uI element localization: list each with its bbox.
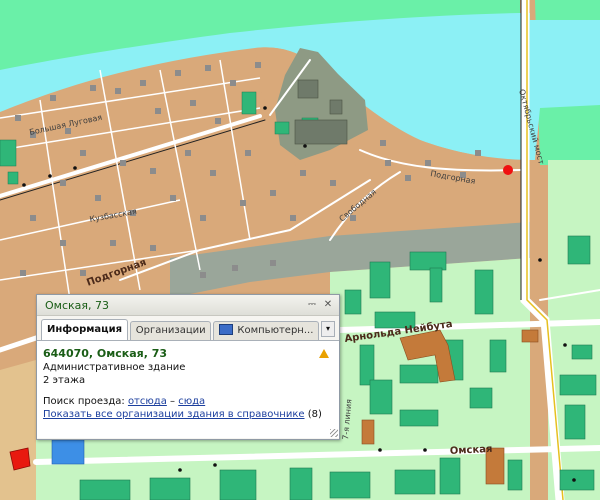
building-floors: 2 этажа — [43, 375, 86, 386]
organizations-count: (8) — [307, 409, 322, 420]
warning-icon — [319, 349, 329, 358]
orgs-row: Показать все организации здания в справо… — [43, 409, 333, 420]
building-address: 644070, Омская, 73 — [43, 347, 168, 360]
resize-grip[interactable] — [330, 429, 338, 437]
tab-information-label: Информация — [47, 324, 122, 335]
location-marker[interactable] — [503, 165, 513, 175]
popup-tabs: Информация Организации Компьютерн... ▾ — [37, 316, 339, 341]
street-label-omskaya: Омская — [450, 444, 493, 457]
route-search: Поиск проезда: отсюда – сюда — [43, 396, 333, 407]
popup-title: Омская, 73 — [45, 298, 109, 312]
selected-building[interactable] — [9, 447, 31, 471]
tab-organizations[interactable]: Организации — [129, 321, 212, 340]
tan-area-sw — [0, 360, 36, 500]
computer-icon — [219, 323, 234, 335]
tab-organizations-label: Организации — [135, 325, 206, 336]
tab-information[interactable]: Информация — [41, 319, 128, 340]
popup-titlebar[interactable]: Омская, 73 ⎓ ✕ — [37, 295, 339, 316]
close-icon[interactable]: ✕ — [322, 299, 334, 311]
popup-body: 644070, Омская, 73 Административное здан… — [37, 341, 339, 438]
show-organizations-link[interactable]: Показать все организации здания в справо… — [43, 409, 305, 420]
building-type: Административное здание — [43, 362, 186, 373]
tab-computer[interactable]: Компьютерн... — [213, 321, 320, 340]
tabs-dropdown-button[interactable]: ▾ — [321, 321, 335, 337]
pin-icon[interactable]: ⎓ — [306, 299, 318, 311]
route-search-label: Поиск проезда: — [43, 396, 125, 407]
info-popup: Омская, 73 ⎓ ✕ Информация Организации Ко… — [36, 294, 340, 440]
blue-building — [51, 439, 85, 465]
route-to-link[interactable]: сюда — [178, 396, 205, 407]
route-dash: – — [170, 396, 176, 407]
route-from-link[interactable]: отсюда — [128, 396, 167, 407]
tab-computer-label: Компьютерн... — [237, 325, 314, 336]
